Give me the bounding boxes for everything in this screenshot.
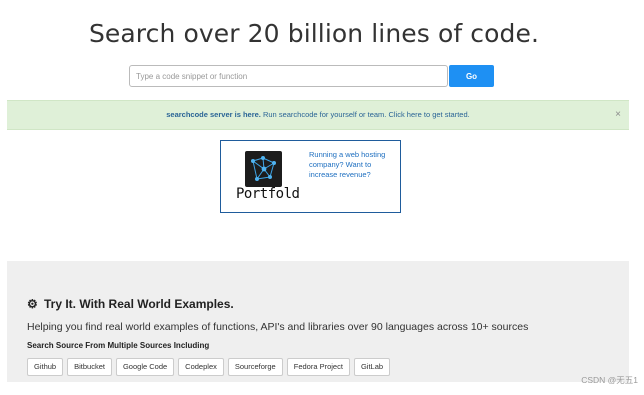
source-button-codeplex[interactable]: Codeplex bbox=[178, 358, 224, 376]
features-title-text: Try It. With Real World Examples. bbox=[44, 297, 234, 311]
watermark: CSDN @无五1 bbox=[581, 375, 638, 385]
source-button-gitlab[interactable]: GitLab bbox=[353, 358, 391, 376]
source-button-github[interactable]: Github bbox=[27, 358, 64, 376]
features-subtitle: Search Source From Multiple Sources Incl… bbox=[27, 341, 210, 350]
close-icon[interactable]: × bbox=[615, 101, 621, 129]
banner-headline[interactable]: searchcode server is here. bbox=[166, 110, 261, 119]
source-button-sourceforge[interactable]: Sourceforge bbox=[227, 358, 283, 376]
source-button-google-code[interactable]: Google Code bbox=[115, 358, 175, 376]
source-button-fedora-project[interactable]: Fedora Project bbox=[286, 358, 350, 376]
ad-text[interactable]: Running a web hosting company? Want to i… bbox=[309, 150, 397, 180]
search-input[interactable] bbox=[129, 65, 448, 87]
features-title: ⚙ Try It. With Real World Examples. bbox=[27, 297, 234, 311]
features-section: ⚙ Try It. With Real World Examples. Helpi… bbox=[7, 261, 629, 382]
source-buttons: Github Bitbucket Google Code Codeplex So… bbox=[27, 358, 394, 376]
page-title: Search over 20 billion lines of code. bbox=[88, 19, 540, 48]
advertisement[interactable]: Portfold Running a web hosting company? … bbox=[220, 140, 401, 213]
go-button[interactable]: Go bbox=[449, 65, 494, 87]
network-graph-icon bbox=[251, 156, 276, 181]
ad-logo-wordmark: Portfold bbox=[236, 186, 300, 202]
source-button-bitbucket[interactable]: Bitbucket bbox=[67, 358, 112, 376]
features-description: Helping you find real world examples of … bbox=[27, 321, 529, 333]
portfold-logo-icon bbox=[245, 151, 282, 187]
gear-icon: ⚙ bbox=[27, 297, 38, 311]
banner-text[interactable]: Run searchcode for yourself or team. Cli… bbox=[261, 110, 470, 119]
promo-banner[interactable]: searchcode server is here. Run searchcod… bbox=[7, 100, 629, 130]
